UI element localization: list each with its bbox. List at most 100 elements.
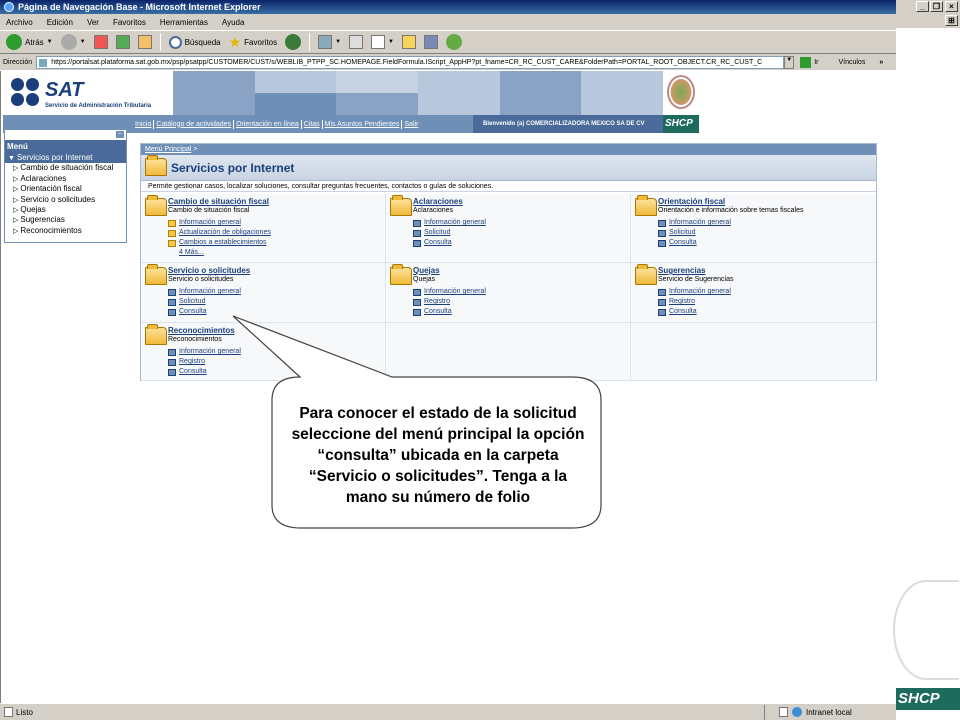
link-consulta[interactable]: Consulta <box>669 238 697 248</box>
small-folder-icon <box>168 219 176 227</box>
favorites-button[interactable]: ★ Favoritos <box>227 32 279 52</box>
menu-ayuda[interactable]: Ayuda <box>222 18 245 27</box>
nav-citas[interactable]: Citas <box>302 119 323 129</box>
link-informacion-general[interactable]: Información general <box>424 218 486 228</box>
discuss-button[interactable] <box>400 32 418 52</box>
menu-item-aclaraciones[interactable]: ▷ Aclaraciones <box>5 174 126 184</box>
menu-item-orientacion[interactable]: ▷ Orientación fiscal <box>5 184 126 194</box>
folder-icon <box>390 264 412 285</box>
stop-button[interactable] <box>92 32 110 52</box>
refresh-icon <box>115 35 130 49</box>
link-informacion-general[interactable]: Información general <box>669 218 731 228</box>
mail-button[interactable]: ▼ <box>316 32 343 52</box>
link-consulta[interactable]: Consulta <box>179 307 207 317</box>
restore-button[interactable]: ❐ <box>930 1 943 12</box>
address-dropdown-button[interactable]: ▼ <box>784 55 795 69</box>
nav-orientacion[interactable]: Orientación en línea <box>234 119 302 129</box>
link-informacion-general[interactable]: Información general <box>179 218 241 228</box>
chevron-down-icon: ▼ <box>388 39 394 45</box>
link-informacion-general[interactable]: Información general <box>179 347 241 357</box>
service-subtitle: Reconocimientos <box>168 336 222 343</box>
folder-icon <box>145 195 167 216</box>
search-label: Búsqueda <box>184 37 221 47</box>
link-consulta[interactable]: Consulta <box>424 238 452 248</box>
link-solicitud[interactable]: Solicitud <box>669 228 695 238</box>
menu-item-cambio-situacion[interactable]: ▷ Cambio de situación fiscal <box>5 163 126 173</box>
go-button[interactable]: Ir <box>800 56 818 68</box>
page-title: Servicios por Internet <box>171 161 295 175</box>
menu-favoritos[interactable]: Favoritos <box>113 18 146 27</box>
print-button[interactable] <box>347 32 365 52</box>
stop-icon <box>93 35 108 49</box>
security-zone[interactable]: Intranet local <box>764 704 852 720</box>
header-banner <box>173 71 663 115</box>
menu-ver[interactable]: Ver <box>87 18 99 27</box>
nav-asuntos[interactable]: Mis Asuntos Pendientes <box>323 119 403 129</box>
link-actualizacion-obligaciones[interactable]: Actualización de obligaciones <box>179 228 271 238</box>
link-registro[interactable]: Registro <box>179 357 205 367</box>
toolbar-separator <box>309 33 311 51</box>
link-solicitud[interactable]: Solicitud <box>179 297 205 307</box>
nav-inicio[interactable]: Inicio <box>133 119 155 129</box>
service-aclaraciones: Aclaraciones Aclaraciones Información ge… <box>386 194 631 263</box>
link-consulta[interactable]: Consulta <box>424 307 452 317</box>
link-informacion-general[interactable]: Información general <box>424 287 486 297</box>
collapse-menu-button[interactable]: – <box>116 130 124 138</box>
service-title[interactable]: Quejas <box>413 266 440 275</box>
menu-item-reconocimientos[interactable]: ▷ Reconocimientos <box>5 226 126 236</box>
service-title[interactable]: Sugerencias <box>658 266 706 275</box>
document-icon <box>413 308 421 316</box>
service-title[interactable]: Servicio o solicitudes <box>168 266 250 275</box>
window-title: Página de Navegación Base - Microsoft In… <box>18 2 261 12</box>
research-button[interactable] <box>422 32 440 52</box>
nav-salir[interactable]: Salir <box>402 120 420 129</box>
nav-catalogo[interactable]: Catálogo de actividades <box>154 119 235 129</box>
minimize-button[interactable]: _ <box>916 1 929 12</box>
messenger-button[interactable] <box>444 32 464 52</box>
menu-item-servicios-internet[interactable]: ▼ Servicios por Internet <box>5 153 126 164</box>
status-text: Listo <box>16 707 33 717</box>
favorites-label: Favoritos <box>244 37 278 47</box>
link-consulta[interactable]: Consulta <box>179 367 207 377</box>
back-arrow-icon <box>6 34 22 50</box>
search-button[interactable]: Búsqueda <box>167 32 223 52</box>
menu-item-servicio-solicitudes[interactable]: ▷ Servicio o solicitudes <box>5 195 126 205</box>
chevron-right-icon[interactable]: » <box>879 59 883 66</box>
service-title[interactable]: Cambio de situación fiscal <box>168 197 269 206</box>
link-solicitud[interactable]: Solicitud <box>424 228 450 238</box>
back-button[interactable]: Atrás ▼ <box>4 32 55 52</box>
link-registro[interactable]: Registro <box>424 297 450 307</box>
link-registro[interactable]: Registro <box>669 297 695 307</box>
menu-item-sugerencias[interactable]: ▷ Sugerencias <box>5 215 126 225</box>
link-informacion-general[interactable]: Información general <box>669 287 731 297</box>
address-input[interactable]: https://portalsat.plataforma.sat.gob.mx/… <box>36 55 785 69</box>
service-title[interactable]: Reconocimientos <box>168 326 235 335</box>
link-informacion-general[interactable]: Información general <box>179 287 241 297</box>
links-button[interactable]: Vínculos <box>838 59 865 66</box>
page-description: Permite gestionar casos, localizar soluc… <box>141 181 876 192</box>
forward-button[interactable]: ▼ <box>59 32 88 52</box>
edit-button[interactable]: ▼ <box>369 32 396 52</box>
service-title[interactable]: Orientación fiscal <box>658 197 725 206</box>
menu-item-quejas[interactable]: ▷ Quejas <box>5 205 126 215</box>
menu-edicion[interactable]: Edición <box>47 18 73 27</box>
document-icon <box>658 229 666 237</box>
home-button[interactable] <box>136 32 154 52</box>
link-cambios-establecimientos[interactable]: Cambios a establecimientos <box>179 238 267 248</box>
services-grid: Cambio de situación fiscal Cambio de sit… <box>141 194 876 381</box>
sat-brand-subtitle: Servicio de Administración Tributaria <box>45 103 152 109</box>
link-consulta[interactable]: Consulta <box>669 307 697 317</box>
history-button[interactable] <box>283 32 303 52</box>
research-icon <box>423 35 438 49</box>
window-title-bar[interactable]: Página de Navegación Base - Microsoft In… <box>0 0 896 14</box>
sat-header: SAT Servicio de Administración Tributari… <box>3 71 699 115</box>
link-mas[interactable]: 4 Más... <box>179 248 204 258</box>
sat-logo[interactable]: SAT Servicio de Administración Tributari… <box>3 71 171 115</box>
page-icon <box>39 58 48 67</box>
menu-archivo[interactable]: Archivo <box>6 18 33 27</box>
refresh-button[interactable] <box>114 32 132 52</box>
breadcrumb-menu-principal[interactable]: Menú Principal <box>145 146 191 153</box>
close-button[interactable]: × <box>945 1 958 12</box>
menu-herramientas[interactable]: Herramientas <box>160 18 208 27</box>
service-title[interactable]: Aclaraciones <box>413 197 463 206</box>
